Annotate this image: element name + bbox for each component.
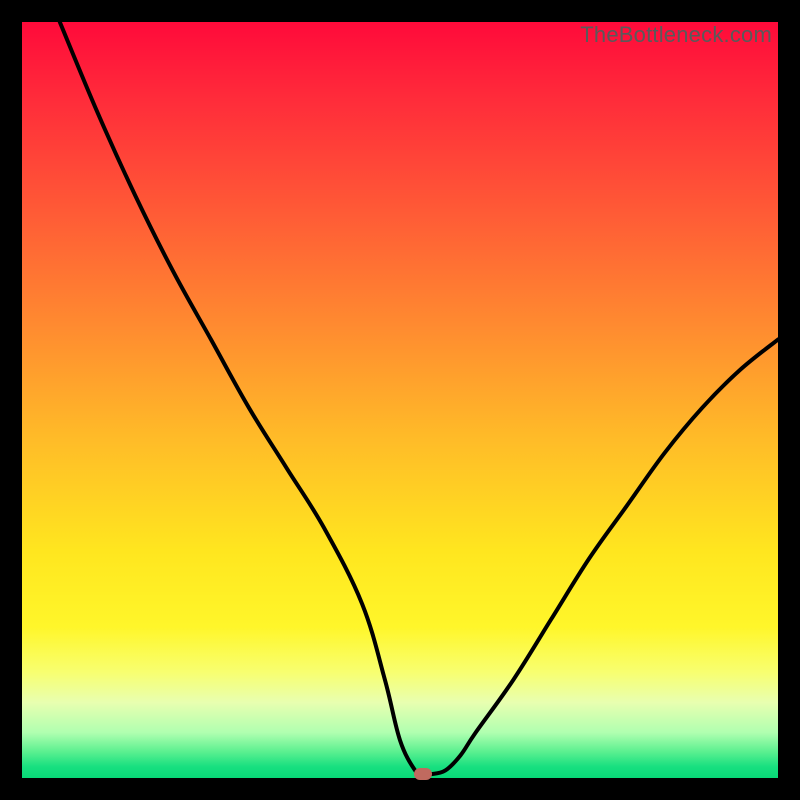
chart-frame: TheBottleneck.com [22, 22, 778, 778]
optimal-point-marker [414, 768, 432, 780]
bottleneck-chart [22, 22, 778, 778]
gradient-background [22, 22, 778, 778]
watermark-text: TheBottleneck.com [580, 22, 772, 48]
